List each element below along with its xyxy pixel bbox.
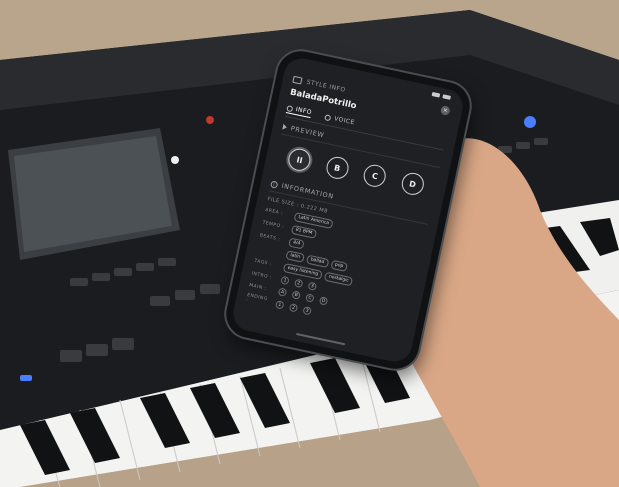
keyboard-photo: × STYLE INFO BaladaPotrillo INFO VOICE P…	[0, 0, 619, 487]
tag-chip: latin	[285, 250, 305, 263]
ending-value: 2	[288, 303, 299, 313]
ending-value: 1	[275, 300, 285, 310]
tab-voice-label: VOICE	[333, 115, 356, 127]
style-info-icon	[292, 75, 303, 85]
variation-b-button[interactable]: B	[324, 154, 351, 181]
main-value: B	[291, 290, 301, 300]
intro-value: 2	[293, 278, 304, 289]
information-title-label: INFORMATION	[280, 181, 335, 201]
tag-chip: nostalgic	[323, 271, 354, 287]
main-value: D	[318, 296, 329, 306]
play-triangle-icon	[282, 123, 288, 131]
info-circle-icon: i	[270, 179, 279, 189]
variation-c-button[interactable]: C	[361, 162, 388, 189]
intro-value: 1	[280, 275, 290, 286]
area-key: AREA :	[264, 207, 284, 217]
ending-value: 3	[302, 305, 312, 316]
beats-chip: 4/4	[288, 237, 305, 250]
genre-key	[257, 248, 280, 253]
tab-info-label: INFO	[295, 106, 313, 117]
main-value: C	[305, 293, 315, 303]
beats-key: BEATS :	[259, 233, 281, 243]
tab-voice[interactable]: VOICE	[324, 112, 355, 127]
main-key: MAIN :	[248, 282, 267, 292]
tag-chip: pop	[330, 259, 349, 272]
voice-icon	[324, 113, 332, 121]
intro-key: INTRO :	[251, 270, 273, 281]
intro-value: 3	[307, 281, 318, 292]
battery-icon	[442, 93, 452, 100]
signal-icon	[431, 91, 441, 98]
tempo-chip: 81 BPM	[290, 224, 318, 239]
home-indicator	[295, 332, 346, 346]
pause-button[interactable]: II	[286, 146, 313, 173]
tempo-key: TEMPO :	[261, 220, 285, 231]
main-value: A	[277, 287, 288, 297]
tags-key: TAGS :	[253, 258, 273, 268]
tab-info[interactable]: INFO	[285, 104, 313, 119]
variation-d-button[interactable]: D	[399, 170, 426, 197]
tag-chip: ballad	[305, 254, 329, 268]
info-icon	[286, 104, 294, 112]
ending-key: ENDING :	[245, 292, 268, 304]
